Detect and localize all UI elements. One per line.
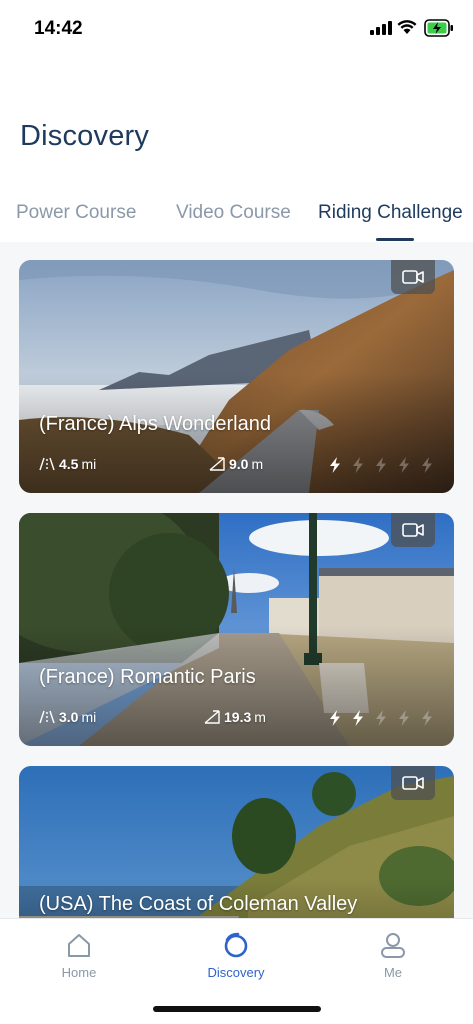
- video-badge: [391, 513, 435, 547]
- bolt-empty-icon: [422, 457, 432, 473]
- course-card-coleman-valley[interactable]: (USA) The Coast of Coleman Valley: [19, 766, 454, 918]
- video-camera-icon: [402, 270, 424, 284]
- bolt-filled-icon: [353, 710, 363, 726]
- distance-unit: mi: [81, 709, 97, 725]
- distance-value: 4.5: [59, 456, 79, 472]
- cellular-signal-icon: [370, 21, 392, 35]
- course-list[interactable]: (France) Alps Wonderland 4.5 mi 9.0 m (F…: [0, 242, 473, 918]
- tab-video-course[interactable]: Video Course: [176, 202, 291, 224]
- elevation-value: 19.3: [224, 709, 252, 725]
- status-bar: 14:42: [0, 0, 473, 56]
- course-elevation: 19.3 m: [204, 709, 266, 725]
- course-title: (France) Romantic Paris: [39, 666, 256, 688]
- course-card-paris[interactable]: (France) Romantic Paris 3.0 mi 19.3 m: [19, 513, 454, 746]
- elevation-unit: m: [254, 709, 266, 725]
- nav-me-label: Me: [383, 965, 403, 980]
- distance-value: 3.0: [59, 709, 79, 725]
- course-title: (France) Alps Wonderland: [39, 413, 271, 435]
- nav-discovery[interactable]: Discovery: [191, 931, 281, 985]
- bolt-filled-icon: [330, 457, 340, 473]
- course-distance: 4.5 mi: [39, 456, 96, 472]
- bolt-empty-icon: [399, 710, 409, 726]
- nav-me[interactable]: Me: [348, 931, 438, 985]
- home-indicator: [153, 1006, 321, 1012]
- intensity-rating: [319, 457, 434, 473]
- elevation-icon: [209, 457, 225, 471]
- course-tabs: Power Course Video Course Riding Challen…: [0, 196, 473, 242]
- course-title: (USA) The Coast of Coleman Valley: [39, 893, 358, 915]
- nav-discovery-label: Discovery: [207, 965, 265, 980]
- bolt-empty-icon: [422, 710, 432, 726]
- elevation-icon: [204, 710, 220, 724]
- discovery-icon: [224, 932, 248, 958]
- elevation-value: 9.0: [229, 456, 249, 472]
- bolt-filled-icon: [330, 710, 340, 726]
- video-badge: [391, 260, 435, 294]
- course-elevation: 9.0 m: [209, 456, 263, 472]
- video-camera-icon: [402, 776, 424, 790]
- status-time: 14:42: [34, 18, 83, 39]
- intensity-rating: [319, 710, 434, 726]
- bolt-empty-icon: [376, 710, 386, 726]
- page-title: Discovery: [20, 120, 150, 152]
- active-tab-indicator: [376, 238, 414, 241]
- course-card-alps[interactable]: (France) Alps Wonderland 4.5 mi 9.0 m: [19, 260, 454, 493]
- video-badge: [391, 766, 435, 800]
- battery-charging-icon: [424, 19, 453, 37]
- nav-home[interactable]: Home: [34, 931, 124, 985]
- route-distance-icon: [39, 457, 55, 471]
- nav-home-label: Home: [61, 965, 97, 980]
- route-distance-icon: [39, 710, 55, 724]
- elevation-unit: m: [251, 456, 264, 472]
- bolt-empty-icon: [353, 457, 363, 473]
- distance-unit: mi: [81, 456, 97, 472]
- tab-power-course[interactable]: Power Course: [16, 202, 136, 224]
- person-icon: [381, 933, 405, 958]
- bolt-empty-icon: [376, 457, 386, 473]
- wifi-icon: [397, 20, 417, 34]
- bolt-empty-icon: [399, 457, 409, 473]
- video-camera-icon: [402, 523, 424, 537]
- tab-riding-challenge[interactable]: Riding Challenge: [318, 202, 463, 224]
- course-distance: 3.0 mi: [39, 709, 96, 725]
- home-icon: [68, 934, 90, 957]
